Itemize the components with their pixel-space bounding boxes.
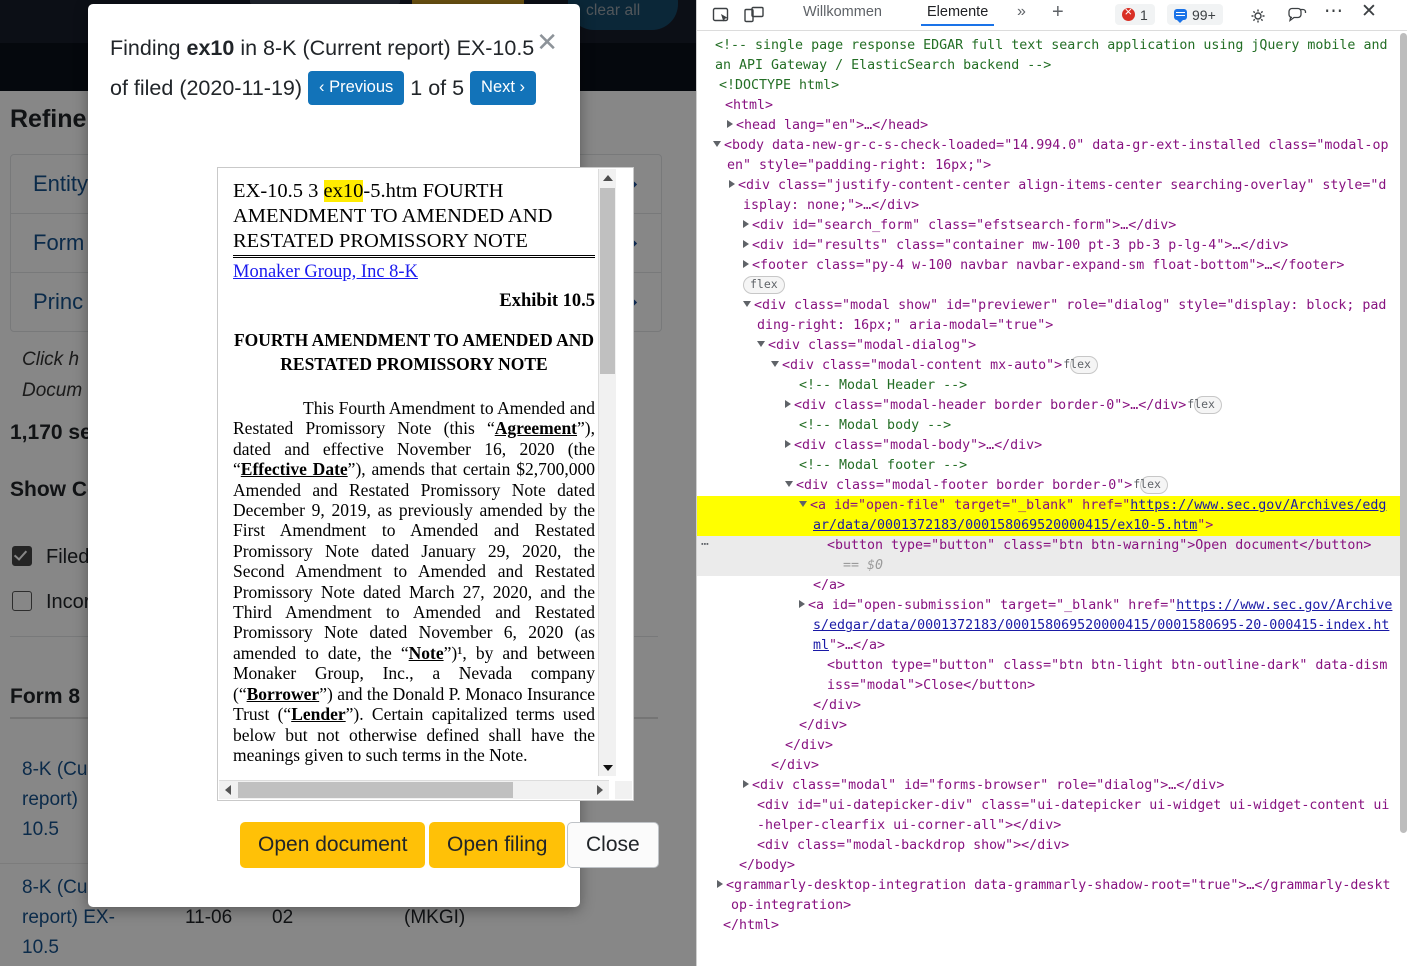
close-button[interactable]: Close <box>567 822 659 868</box>
plus-icon[interactable]: + <box>1052 2 1074 22</box>
message-count-badge[interactable]: 99+ <box>1167 4 1223 25</box>
code-line-grammarly[interactable]: <grammarly-desktop-integration data-gram… <box>697 876 1407 916</box>
modal-title-term: ex10 <box>186 36 235 60</box>
feedback-icon[interactable] <box>1286 6 1308 26</box>
elements-tree[interactable]: <!-- single page response EDGAR full tex… <box>697 31 1407 966</box>
preview-heading: EX-10.5 3 ex10-5.htm FOURTH AMENDMENT TO… <box>233 179 595 254</box>
more-options-icon[interactable]: ⋯ <box>1324 1 1346 22</box>
code-line-comment-header[interactable]: <!-- Modal Header --> <box>697 376 1407 396</box>
close-icon[interactable]: ✕ <box>1361 2 1383 22</box>
devtools-scrollbar[interactable] <box>1399 31 1407 966</box>
flex-badge[interactable]: flex <box>1187 396 1222 414</box>
close-icon[interactable]: ✕ <box>536 29 558 55</box>
devtools-scroll-thumb[interactable] <box>1400 33 1407 833</box>
code-line-results[interactable]: <div id="results" class="container mw-10… <box>697 236 1407 256</box>
flex-badge[interactable]: flex <box>1133 476 1168 494</box>
code-line-html-open[interactable]: <html> <box>697 96 1407 116</box>
tab-willkommen[interactable]: Willkommen <box>803 4 882 20</box>
inspect-element-icon[interactable] <box>711 6 733 26</box>
code-line-footer[interactable]: <footer class="py-4 w-100 navbar navbar-… <box>697 256 1407 276</box>
horizontal-scroll-thumb[interactable] <box>238 782 513 798</box>
previous-button[interactable]: ‹ Previous <box>308 71 405 105</box>
vertical-scroll-thumb[interactable] <box>600 188 615 374</box>
code-line-close-div-4[interactable]: </div> <box>697 756 1407 776</box>
preview-rule <box>233 255 595 258</box>
preview-heading-highlight: ex10 <box>323 180 364 202</box>
message-count-label: 99+ <box>1192 6 1216 23</box>
scroll-right-arrow-icon[interactable] <box>591 781 609 799</box>
code-line-modal-dialog[interactable]: <div class="modal-dialog"> <box>697 336 1407 356</box>
preview-document-title: FOURTH AMENDMENT TO AMENDED AND RESTATED… <box>233 330 595 374</box>
code-line-doctype[interactable]: <!DOCTYPE html> <box>697 76 1407 96</box>
error-count-badge[interactable]: 1 <box>1115 4 1155 25</box>
code-line-previewer[interactable]: <div class="modal show" id="previewer" r… <box>697 296 1407 336</box>
chevron-double-right-icon[interactable]: » <box>1017 3 1039 23</box>
code-line-datepicker[interactable]: <div id="ui-datepicker-div" class="ui-da… <box>697 796 1407 836</box>
open-filing-button[interactable]: Open filing <box>429 822 566 868</box>
code-line-open-submission-anchor[interactable]: <a id="open-submission" target="_blank" … <box>697 596 1407 656</box>
code-line-comment-body[interactable]: <!-- Modal body --> <box>697 416 1407 436</box>
error-count-label: 1 <box>1140 6 1148 23</box>
tab-elemente[interactable]: Elemente <box>920 4 995 26</box>
gear-icon[interactable] <box>1247 6 1269 26</box>
document-preview: EX-10.5 3 ex10-5.htm FOURTH AMENDMENT TO… <box>217 167 634 801</box>
code-line-modal-body[interactable]: <div class="modal-body">…</div> <box>697 436 1407 456</box>
code-line-flex-badge[interactable]: flex <box>697 276 1407 296</box>
preview-heading-pre: EX-10.5 3 <box>233 180 324 202</box>
code-line-body-open[interactable]: <body data-new-gr-c-s-check-loaded="14.9… <box>697 136 1407 176</box>
code-line-open-document-button[interactable]: ⋯ <button type="button" class="btn btn-wa… <box>697 536 1407 556</box>
more-row-options-icon[interactable]: ⋯ <box>701 535 710 555</box>
preview-body-span: This Fourth Amendment to Amended and Res… <box>233 398 595 765</box>
modal-result-counter: 1 of 5 <box>410 76 465 100</box>
error-icon <box>1122 5 1135 21</box>
code-line-close-button[interactable]: <button type="button" class="btn btn-lig… <box>697 656 1407 696</box>
code-line-html-close[interactable]: </html> <box>697 916 1407 936</box>
code-line-anchor-close[interactable]: </a> <box>697 576 1407 596</box>
modal-header: Finding ex10 in 8-K (Current report) EX-… <box>88 4 580 112</box>
code-line-search-form[interactable]: <div id="search_form" class="efstsearch-… <box>697 216 1407 236</box>
scroll-down-arrow-icon[interactable] <box>599 759 616 776</box>
code-line-close-div-2[interactable]: </div> <box>697 716 1407 736</box>
next-button[interactable]: Next › <box>470 71 537 105</box>
code-line-open-file-anchor[interactable]: <a id="open-file" target="_blank" href="… <box>697 496 1407 536</box>
device-toolbar-icon[interactable] <box>743 6 765 26</box>
code-line-modal-header[interactable]: <div class="modal-header border border-0… <box>697 396 1407 416</box>
devtools-toolbar: Willkommen Elemente » + 1 99+ ⋯ ✕ <box>697 0 1407 31</box>
scroll-left-arrow-icon[interactable] <box>219 781 237 799</box>
code-line-modal-footer[interactable]: <div class="modal-footer border border-0… <box>697 476 1407 496</box>
code-line-comment-footer[interactable]: <!-- Modal footer --> <box>697 456 1407 476</box>
devtools-panel: Willkommen Elemente » + 1 99+ ⋯ ✕ <!-- s… <box>696 0 1407 966</box>
code-line-backdrop[interactable]: <div class="modal-backdrop show"></div> <box>697 836 1407 856</box>
code-line-forms-browser[interactable]: <div class="modal" id="forms-browser" ro… <box>697 776 1407 796</box>
flex-badge[interactable]: flex <box>743 276 785 294</box>
screen: clear all Refine Entity Form Princ Click… <box>0 0 1407 966</box>
scrollbar-corner <box>615 781 632 799</box>
preview-horizontal-scrollbar[interactable] <box>219 780 609 799</box>
modal-title-prefix: Finding <box>110 36 187 60</box>
code-line-comment[interactable]: <!-- single page response EDGAR full tex… <box>697 36 1407 76</box>
previewer-modal: Finding ex10 in 8-K (Current report) EX-… <box>88 4 659 907</box>
preview-vertical-scrollbar[interactable] <box>598 169 616 776</box>
code-line-close-div-1[interactable]: </div> <box>697 696 1407 716</box>
modal-title: Finding ex10 in 8-K (Current report) EX-… <box>110 28 558 108</box>
preview-body-text: This Fourth Amendment to Amended and Res… <box>233 398 595 765</box>
code-line-modal-content[interactable]: <div class="modal-content mx-auto"> flex <box>697 356 1407 376</box>
preview-exhibit-label: Exhibit 10.5 <box>499 291 595 311</box>
modal-footer: Open document Open filing Close <box>88 803 659 907</box>
code-line-head[interactable]: <head lang="en">…</head> <box>697 116 1407 136</box>
code-line-close-div-3[interactable]: </div> <box>697 736 1407 756</box>
scroll-up-arrow-icon[interactable] <box>599 169 616 186</box>
flex-badge[interactable]: flex <box>1063 356 1098 374</box>
code-line-selected-marker: == $0 <box>697 556 1407 576</box>
open-document-button[interactable]: Open document <box>240 822 426 868</box>
message-icon <box>1174 9 1187 23</box>
document-preview-content: EX-10.5 3 ex10-5.htm FOURTH AMENDMENT TO… <box>219 169 609 776</box>
code-line-body-close[interactable]: </body> <box>697 856 1407 876</box>
code-line-overlay[interactable]: <div class="justify-content-center align… <box>697 176 1407 216</box>
preview-company-link[interactable]: Monaker Group, Inc 8-K <box>233 262 595 283</box>
